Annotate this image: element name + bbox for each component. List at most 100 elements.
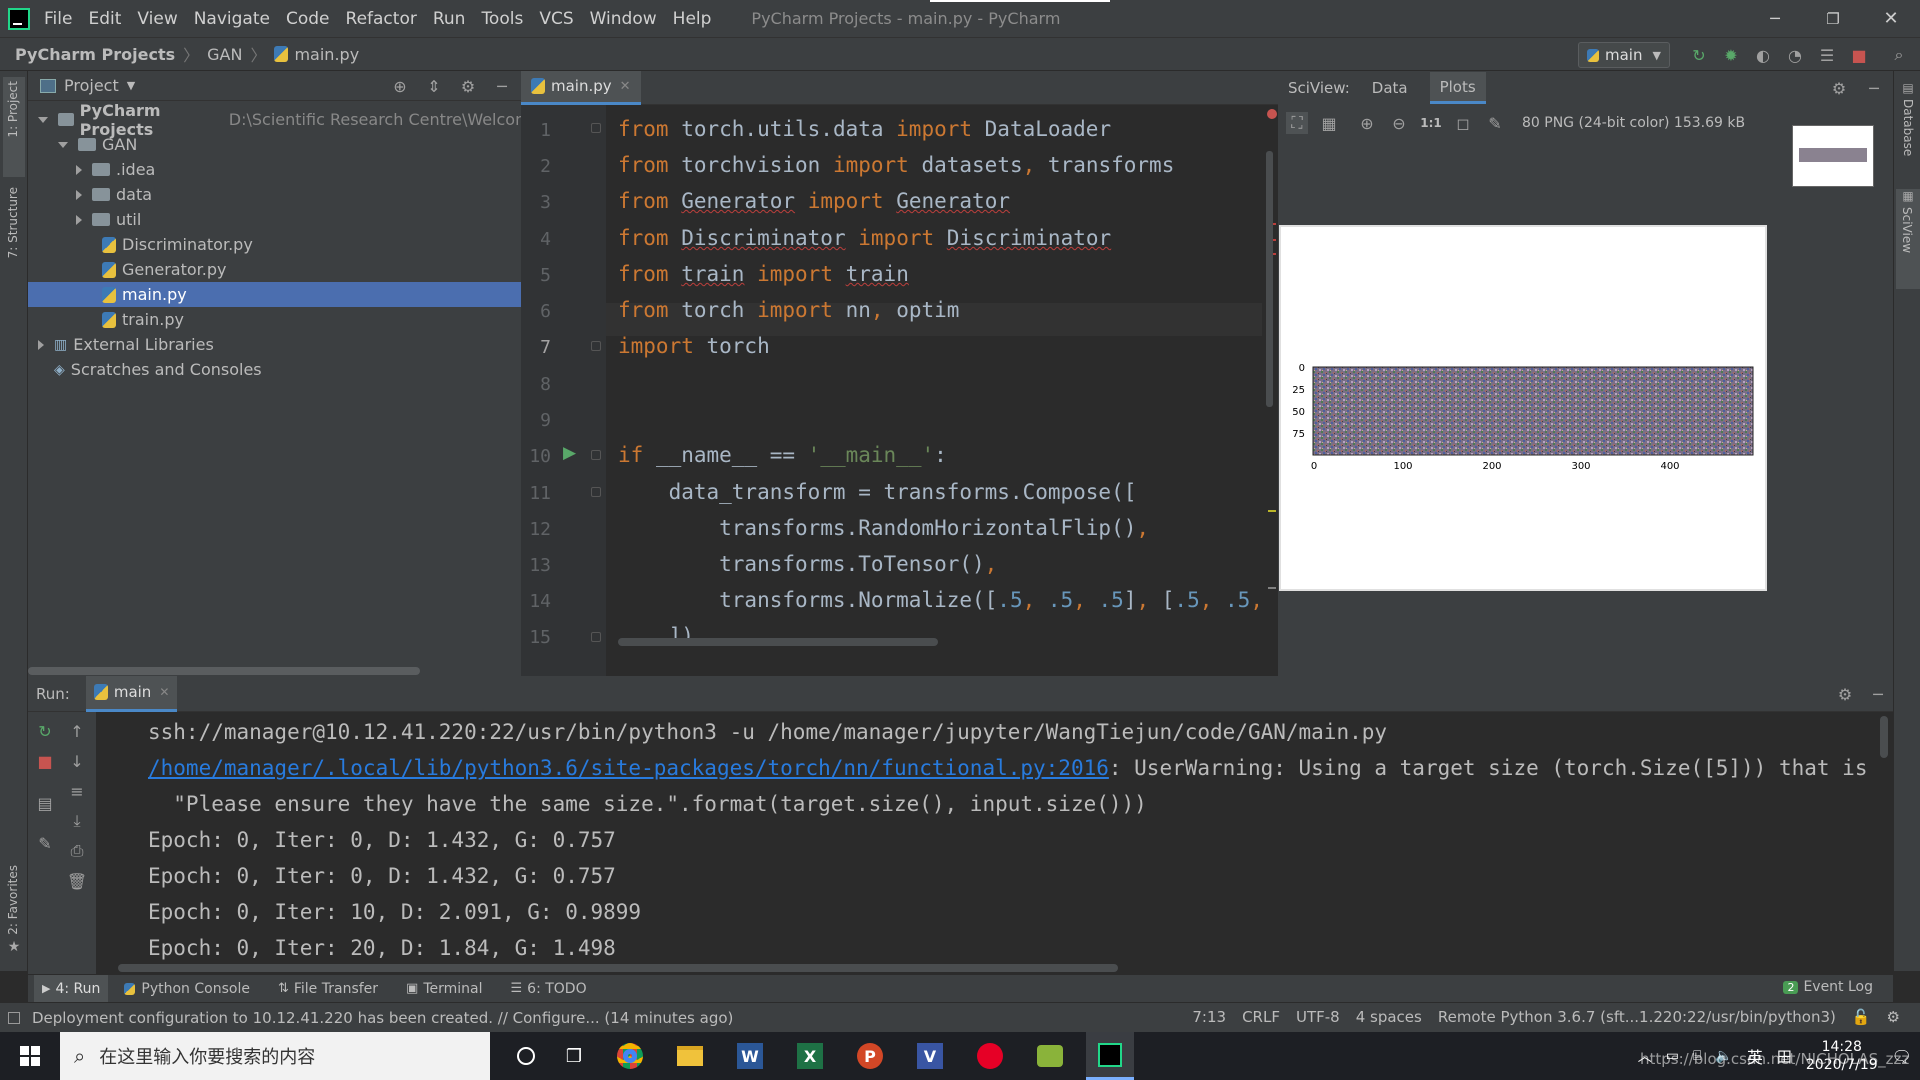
minimize-button[interactable]: ─ xyxy=(1746,9,1804,28)
word-icon[interactable]: W xyxy=(726,1032,774,1080)
menu-view[interactable]: View xyxy=(137,9,177,29)
settings-gear-icon[interactable]: ⚙ xyxy=(457,75,479,97)
hide-panel-icon[interactable]: ─ xyxy=(1863,77,1885,99)
tree-folder-data[interactable]: data xyxy=(28,182,521,207)
breadcrumb-project[interactable]: PyCharm Projects xyxy=(15,45,175,64)
tree-file-discriminator[interactable]: Discriminator.py xyxy=(28,232,521,257)
tool-tab-file-transfer[interactable]: ⇅ File Transfer xyxy=(278,981,378,997)
collapse-all-icon[interactable]: ⇕ xyxy=(423,75,445,97)
debug-icon[interactable]: ✹ xyxy=(1720,44,1742,66)
taskbar-search-box[interactable]: ⌕ 在这里输入你要搜索的内容 xyxy=(60,1032,490,1080)
vertical-scrollbar[interactable] xyxy=(1880,716,1888,758)
tree-folder-util[interactable]: util xyxy=(28,207,521,232)
grid-icon[interactable]: ▦ xyxy=(1318,112,1340,134)
line-separator[interactable]: CRLF xyxy=(1242,1008,1280,1026)
fold-marker-icon[interactable] xyxy=(591,123,601,133)
error-indicator-icon[interactable] xyxy=(1267,109,1277,119)
menu-window[interactable]: Window xyxy=(590,9,657,29)
status-message[interactable]: Deployment configuration to 10.12.41.220… xyxy=(32,1009,733,1027)
expand-arrow-icon[interactable] xyxy=(76,189,82,200)
fold-marker-icon[interactable] xyxy=(591,341,601,351)
run-gutter-icon[interactable]: ▶ xyxy=(563,443,576,463)
search-everywhere-icon[interactable]: ⌕ xyxy=(1888,44,1910,66)
menu-edit[interactable]: Edit xyxy=(88,9,121,29)
plot-thumbnail[interactable] xyxy=(1792,125,1874,187)
tree-root[interactable]: PyCharm Projects D:\Scientific Research … xyxy=(28,101,521,139)
tool-tab-event-log[interactable]: 2 Event Log xyxy=(1783,979,1873,995)
zoom-out-icon[interactable]: ⊖ xyxy=(1388,112,1410,134)
tool-window-toggle-icon[interactable] xyxy=(8,1011,20,1024)
coverage-icon[interactable]: ◐ xyxy=(1752,44,1774,66)
tab-main-py[interactable]: main.py ✕ xyxy=(521,70,641,105)
tool-tab-terminal[interactable]: ▣ Terminal xyxy=(406,981,482,997)
menu-code[interactable]: Code xyxy=(286,9,330,29)
sciview-tool-button[interactable]: ▦ SciView xyxy=(1896,189,1920,289)
console-link[interactable]: /home/manager/.local/lib/python3.6/site-… xyxy=(148,756,1109,780)
menu-tools[interactable]: Tools xyxy=(481,9,523,29)
structure-tool-button[interactable]: 7: Structure xyxy=(3,183,25,273)
pycharm-taskbar-icon[interactable] xyxy=(1086,1032,1134,1080)
expand-arrow-icon[interactable] xyxy=(38,116,48,123)
close-window-button[interactable]: ✕ xyxy=(1862,8,1920,29)
tool-tab-run[interactable]: ▶ 4: Run xyxy=(34,975,109,1002)
restore-button[interactable]: ❐ xyxy=(1804,10,1862,28)
caret-position[interactable]: 7:13 xyxy=(1192,1008,1226,1026)
profile-icon[interactable]: ◔ xyxy=(1784,44,1806,66)
file-encoding[interactable]: UTF-8 xyxy=(1296,1008,1340,1026)
python-interpreter[interactable]: Remote Python 3.6.7 (sft...1.220:22/usr/… xyxy=(1438,1008,1836,1026)
hide-panel-icon[interactable]: ─ xyxy=(491,75,513,97)
file-explorer-icon[interactable] xyxy=(666,1032,714,1080)
menu-file[interactable]: File xyxy=(44,9,72,29)
chrome-icon[interactable] xyxy=(606,1032,654,1080)
expand-arrow-icon[interactable] xyxy=(76,164,82,175)
tree-external-libraries[interactable]: ▥ External Libraries xyxy=(28,332,521,357)
project-view-selector[interactable]: Project xyxy=(64,76,119,95)
indent-setting[interactable]: 4 spaces xyxy=(1356,1008,1422,1026)
horizontal-scrollbar[interactable] xyxy=(118,964,1118,972)
hide-panel-icon[interactable]: ─ xyxy=(1867,683,1889,705)
run-tab-main[interactable]: main ✕ xyxy=(85,675,178,712)
tree-folder-idea[interactable]: .idea xyxy=(28,157,521,182)
breadcrumb-gan[interactable]: GAN xyxy=(207,45,242,64)
netease-music-icon[interactable] xyxy=(966,1032,1014,1080)
console-output[interactable]: ssh://manager@10.12.41.220:22/usr/bin/py… xyxy=(28,712,1883,960)
tree-file-generator[interactable]: Generator.py xyxy=(28,257,521,282)
zoom-in-icon[interactable]: ⊕ xyxy=(1356,112,1378,134)
project-tool-button[interactable]: 1: Project xyxy=(3,77,25,177)
powerpoint-icon[interactable]: P xyxy=(846,1032,894,1080)
excel-icon[interactable]: X xyxy=(786,1032,834,1080)
horizontal-scrollbar[interactable] xyxy=(28,667,420,675)
tree-scratches[interactable]: ◈ Scratches and Consoles xyxy=(28,357,521,382)
rerun-icon[interactable]: ↻ xyxy=(1688,44,1710,66)
concurrency-icon[interactable]: ☰ xyxy=(1816,44,1838,66)
plot-image[interactable]: 0 25 50 75 0 100 200 300 400 xyxy=(1279,225,1767,591)
wechat-icon[interactable] xyxy=(1026,1032,1074,1080)
expand-arrow-icon[interactable] xyxy=(38,339,44,350)
run-config-dropdown[interactable]: main ▼ xyxy=(1578,42,1670,68)
windows-start-button[interactable] xyxy=(0,1032,60,1080)
menu-help[interactable]: Help xyxy=(673,9,712,29)
horizontal-scrollbar[interactable] xyxy=(618,638,938,646)
fold-marker-icon[interactable] xyxy=(591,450,601,460)
locate-file-icon[interactable]: ⊕ xyxy=(389,75,411,97)
event-icon[interactable]: ⚙ xyxy=(1887,1008,1900,1026)
cortana-icon[interactable] xyxy=(502,1032,550,1080)
tool-tab-python-console[interactable]: Python Console xyxy=(124,981,250,997)
stop-icon[interactable]: ■ xyxy=(1848,44,1870,66)
lock-icon[interactable]: 🔓 xyxy=(1852,1008,1871,1026)
tab-data[interactable]: Data xyxy=(1372,79,1408,97)
fold-marker-icon[interactable] xyxy=(591,632,601,642)
breadcrumb-file[interactable]: main.py xyxy=(294,45,359,64)
visio-icon[interactable]: V xyxy=(906,1032,954,1080)
settings-gear-icon[interactable]: ⚙ xyxy=(1834,683,1856,705)
fit-content-icon[interactable]: ⛶ xyxy=(1286,112,1308,134)
color-picker-icon[interactable]: ✎ xyxy=(1484,112,1506,134)
actual-size-button[interactable]: 1:1 xyxy=(1420,116,1442,130)
tab-plots[interactable]: Plots xyxy=(1429,72,1486,104)
close-tab-icon[interactable]: ✕ xyxy=(620,79,631,94)
expand-arrow-icon[interactable] xyxy=(58,141,68,148)
code-area[interactable]: from torch.utils.data import DataLoader … xyxy=(618,105,1258,670)
expand-arrow-icon[interactable] xyxy=(76,214,82,225)
menu-navigate[interactable]: Navigate xyxy=(194,9,270,29)
tree-file-train[interactable]: train.py xyxy=(28,307,521,332)
